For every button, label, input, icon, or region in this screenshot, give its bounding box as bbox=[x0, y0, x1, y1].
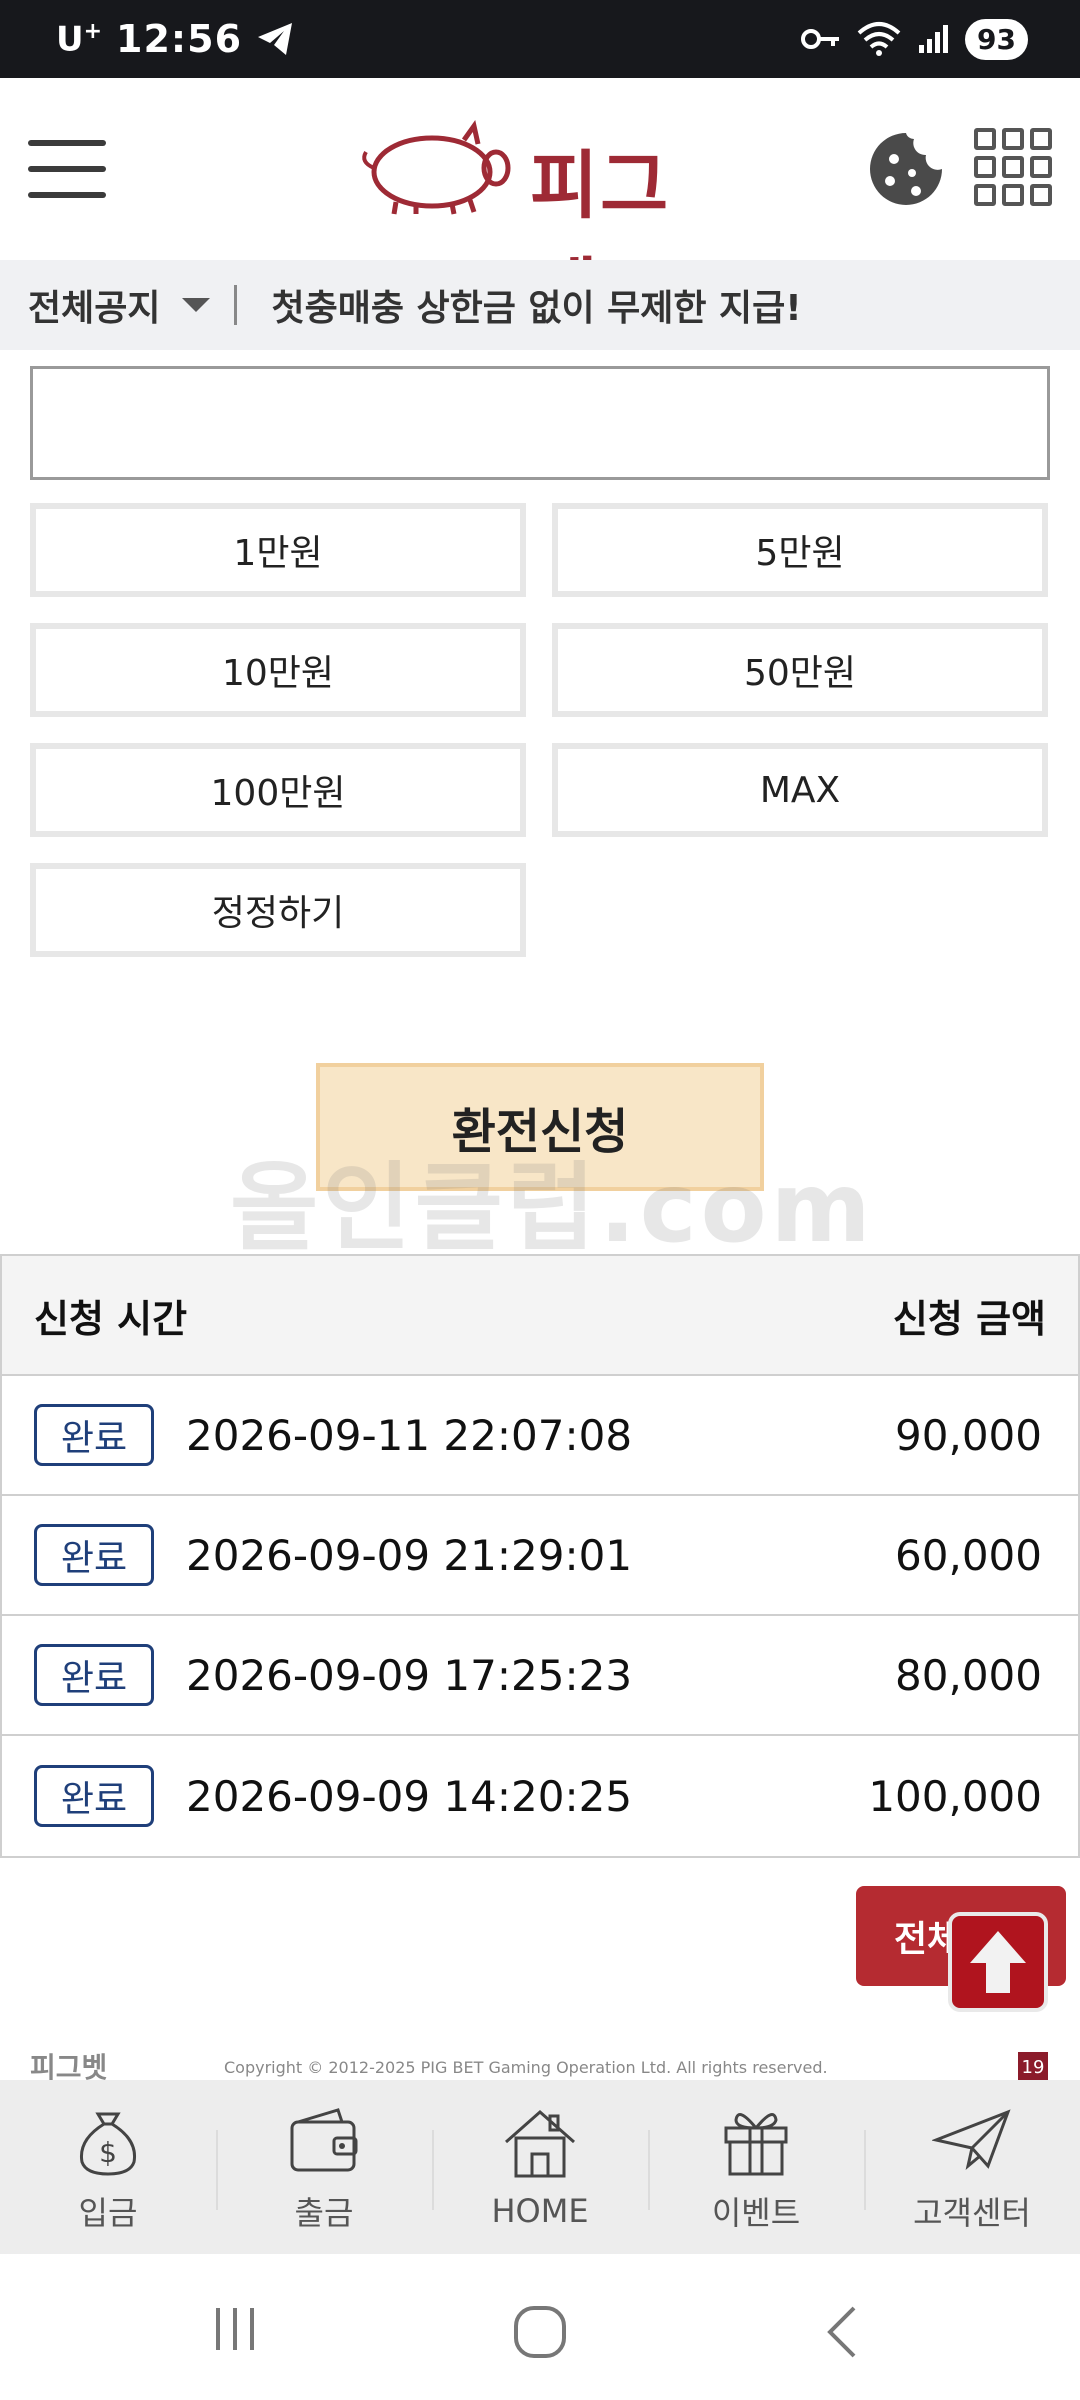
request-time: 2026-09-09 21:29:01 bbox=[186, 1530, 633, 1580]
carrier-label: U+ bbox=[56, 18, 103, 60]
request-time: 2026-09-09 17:25:23 bbox=[186, 1650, 633, 1700]
column-header-amount: 신청 금액 bbox=[892, 1296, 1046, 1341]
bottom-nav: $ 입금 출금 HOME 이벤트 고객센터 bbox=[0, 2080, 1080, 2254]
clock: 12:56 bbox=[116, 17, 243, 61]
paper-plane-icon bbox=[932, 2109, 1011, 2170]
status-badge: 완료 bbox=[34, 1644, 154, 1706]
nav-label: 입금 bbox=[78, 2194, 138, 2232]
recent-apps-icon[interactable] bbox=[210, 2304, 260, 2354]
home-icon bbox=[505, 2109, 575, 2178]
notice-text: 첫충매충 상한금 없이 무제한 지급! bbox=[271, 288, 802, 329]
nav-support[interactable]: 고객센터 bbox=[864, 2080, 1080, 2254]
withdraw-history-table: 신청 시간 신청 금액 완료 2026-09-11 22:07:08 90,00… bbox=[0, 1254, 1080, 1858]
reset-button[interactable]: 정정하기 bbox=[30, 863, 526, 957]
request-amount: 100,000 bbox=[868, 1771, 1042, 1821]
amount-10k-button[interactable]: 1만원 bbox=[30, 503, 526, 597]
status-bar: U+ 12:56 93 bbox=[0, 0, 1080, 78]
nav-home[interactable]: HOME bbox=[432, 2080, 648, 2254]
gift-icon bbox=[724, 2113, 788, 2176]
request-time: 2026-09-11 22:07:08 bbox=[186, 1410, 633, 1460]
request-amount: 90,000 bbox=[895, 1410, 1042, 1460]
wifi-icon bbox=[857, 22, 901, 56]
telegram-icon bbox=[258, 23, 293, 55]
nav-label: 고객센터 bbox=[913, 2194, 1031, 2232]
apps-grid-icon[interactable] bbox=[974, 128, 1052, 206]
table-header: 신청 시간 신청 금액 bbox=[2, 1256, 1078, 1376]
divider bbox=[234, 285, 238, 325]
battery-level: 93 bbox=[965, 18, 1028, 60]
scroll-top-button[interactable] bbox=[948, 1912, 1048, 2012]
amount-50k-button[interactable]: 5만원 bbox=[552, 503, 1048, 597]
menu-icon[interactable] bbox=[28, 134, 106, 204]
request-amount: 80,000 bbox=[895, 1650, 1042, 1700]
nav-label: 출금 bbox=[294, 2194, 354, 2232]
amount-max-button[interactable]: MAX bbox=[552, 743, 1048, 837]
copyright-text: Copyright © 2012-2025 PIG BET Gaming Ope… bbox=[224, 2058, 828, 2077]
column-header-time: 신청 시간 bbox=[34, 1296, 188, 1341]
key-icon bbox=[801, 29, 840, 49]
amount-1m-button[interactable]: 100만원 bbox=[30, 743, 526, 837]
nav-label: HOME bbox=[491, 2192, 589, 2230]
amount-input[interactable] bbox=[30, 366, 1050, 480]
request-amount: 60,000 bbox=[895, 1530, 1042, 1580]
table-row: 완료 2026-09-09 14:20:25 100,000 bbox=[2, 1736, 1078, 1856]
signal-icon bbox=[919, 25, 949, 53]
amount-100k-button[interactable]: 10만원 bbox=[30, 623, 526, 717]
nav-event[interactable]: 이벤트 bbox=[648, 2080, 864, 2254]
notice-label: 전체공지 bbox=[28, 288, 161, 329]
amount-500k-button[interactable]: 50만원 bbox=[552, 623, 1048, 717]
status-badge: 완료 bbox=[34, 1404, 154, 1466]
nav-deposit[interactable]: $ 입금 bbox=[0, 2080, 216, 2254]
footer: 피그벳 Copyright © 2012-2025 PIG BET Gaming… bbox=[0, 2046, 1080, 2084]
pig-logo-icon bbox=[362, 119, 511, 215]
money-bag-icon: $ bbox=[79, 2112, 137, 2176]
arrow-up-icon bbox=[970, 1931, 1026, 1993]
status-badge: 완료 bbox=[34, 1524, 154, 1586]
table-row: 완료 2026-09-11 22:07:08 90,000 bbox=[2, 1376, 1078, 1496]
table-row: 완료 2026-09-09 17:25:23 80,000 bbox=[2, 1616, 1078, 1736]
logo[interactable]: 피그벳 bbox=[356, 118, 726, 336]
age-restriction-badge: 19 bbox=[1018, 2052, 1048, 2082]
home-button-icon[interactable] bbox=[512, 2304, 568, 2360]
caret-down-icon[interactable] bbox=[182, 298, 211, 312]
nav-withdraw[interactable]: 출금 bbox=[216, 2080, 432, 2254]
app-header: 피그벳 bbox=[0, 78, 1080, 336]
watermark: 올인클럽.com bbox=[230, 1152, 875, 1264]
back-icon[interactable] bbox=[822, 2304, 862, 2360]
nav-label: 이벤트 bbox=[711, 2194, 801, 2232]
request-time: 2026-09-09 14:20:25 bbox=[186, 1771, 633, 1821]
system-nav-bar bbox=[0, 2254, 1080, 2400]
cookie-icon[interactable] bbox=[866, 129, 946, 209]
wallet-icon bbox=[290, 2108, 358, 2172]
svg-text:$: $ bbox=[99, 2136, 117, 2169]
notice-bar[interactable]: 전체공지 첫충매충 상한금 없이 무제한 지급! bbox=[0, 260, 1080, 350]
status-badge: 완료 bbox=[34, 1765, 154, 1827]
table-row: 완료 2026-09-09 21:29:01 60,000 bbox=[2, 1496, 1078, 1616]
